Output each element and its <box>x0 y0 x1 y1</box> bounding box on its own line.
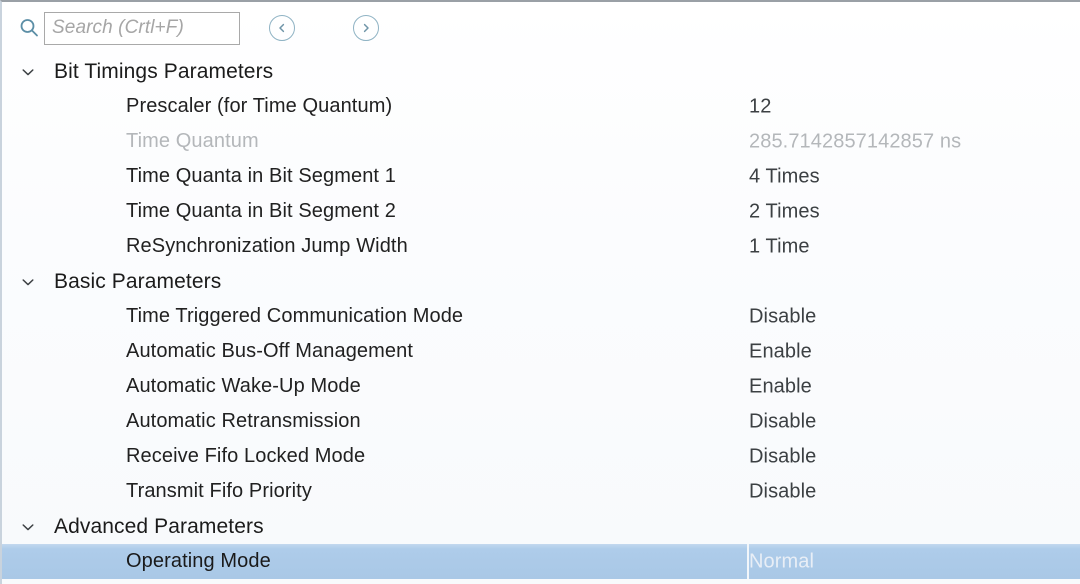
parameter-row[interactable]: Automatic Retransmission Disable <box>2 404 1080 439</box>
parameter-group-header[interactable]: Basic Parameters <box>2 264 1080 299</box>
parameter-value[interactable]: Disable <box>749 445 816 468</box>
parameter-value[interactable]: Enable <box>749 375 812 398</box>
parameter-value[interactable]: Disable <box>749 305 816 328</box>
parameter-group-header[interactable]: Advanced Parameters <box>2 509 1080 544</box>
parameter-group-header[interactable]: Bit Timings Parameters <box>2 54 1080 89</box>
parameter-row[interactable]: Time Quantum 285.7142857142857 ns <box>2 124 1080 159</box>
parameter-row[interactable]: Receive Fifo Locked Mode Disable <box>2 439 1080 474</box>
parameter-label: Time Triggered Communication Mode <box>126 305 464 327</box>
search-placeholder: Search (Crtl+F) <box>52 17 184 38</box>
chevron-down-icon[interactable] <box>20 64 36 80</box>
parameter-row-selected[interactable]: Operating Mode Normal <box>2 544 1080 579</box>
property-grid-panel: Search (Crtl+F) Bit Timings Parameters Pr… <box>0 0 1080 584</box>
parameter-row[interactable]: Time Triggered Communication Mode Disable <box>2 299 1080 334</box>
parameter-list: Bit Timings Parameters Prescaler (for Tim… <box>2 54 1080 579</box>
parameter-label: Automatic Retransmission <box>126 410 361 432</box>
parameter-label: Prescaler (for Time Quantum) <box>126 95 393 117</box>
parameter-value[interactable]: 1 Time <box>749 235 810 258</box>
parameter-value[interactable]: 2 Times <box>749 200 820 223</box>
search-previous-button[interactable] <box>269 15 295 41</box>
parameter-value[interactable]: 12 <box>749 95 771 118</box>
parameter-group-title: Bit Timings Parameters <box>54 59 274 83</box>
search-icon <box>18 17 40 39</box>
parameter-row[interactable]: Time Quanta in Bit Segment 2 2 Times <box>2 194 1080 229</box>
parameter-group-title: Advanced Parameters <box>54 514 264 538</box>
chevron-right-circle-icon <box>360 22 372 34</box>
parameter-label: ReSynchronization Jump Width <box>126 235 408 257</box>
parameter-label: Time Quantum <box>126 130 259 152</box>
parameter-value[interactable]: 4 Times <box>749 165 820 188</box>
parameter-label: Automatic Wake-Up Mode <box>126 375 361 397</box>
search-next-button[interactable] <box>353 15 379 41</box>
parameter-value[interactable]: 285.7142857142857 ns <box>749 130 961 153</box>
parameter-label: Transmit Fifo Priority <box>126 480 312 502</box>
chevron-left-circle-icon <box>276 22 288 34</box>
parameter-row[interactable]: Prescaler (for Time Quantum) 12 <box>2 89 1080 124</box>
parameter-row[interactable]: Transmit Fifo Priority Disable <box>2 474 1080 509</box>
parameter-value[interactable]: Disable <box>749 480 816 503</box>
parameter-label: Time Quanta in Bit Segment 2 <box>126 200 396 222</box>
parameter-label: Operating Mode <box>126 550 271 572</box>
parameter-label: Automatic Bus-Off Management <box>126 340 414 362</box>
parameter-row[interactable]: Automatic Wake-Up Mode Enable <box>2 369 1080 404</box>
chevron-down-icon[interactable] <box>20 519 36 535</box>
parameter-label: Receive Fifo Locked Mode <box>126 445 366 467</box>
parameter-value[interactable]: Disable <box>749 410 816 433</box>
parameter-row[interactable]: ReSynchronization Jump Width 1 Time <box>2 229 1080 264</box>
parameter-row[interactable]: Time Quanta in Bit Segment 1 4 Times <box>2 159 1080 194</box>
parameter-value[interactable]: Enable <box>749 340 812 363</box>
parameter-label: Time Quanta in Bit Segment 1 <box>126 165 396 187</box>
parameter-value[interactable]: Normal <box>749 550 814 573</box>
chevron-down-icon[interactable] <box>20 274 36 290</box>
search-toolbar: Search (Crtl+F) <box>2 2 1080 54</box>
search-input[interactable]: Search (Crtl+F) <box>44 11 240 45</box>
parameter-row[interactable]: Automatic Bus-Off Management Enable <box>2 334 1080 369</box>
